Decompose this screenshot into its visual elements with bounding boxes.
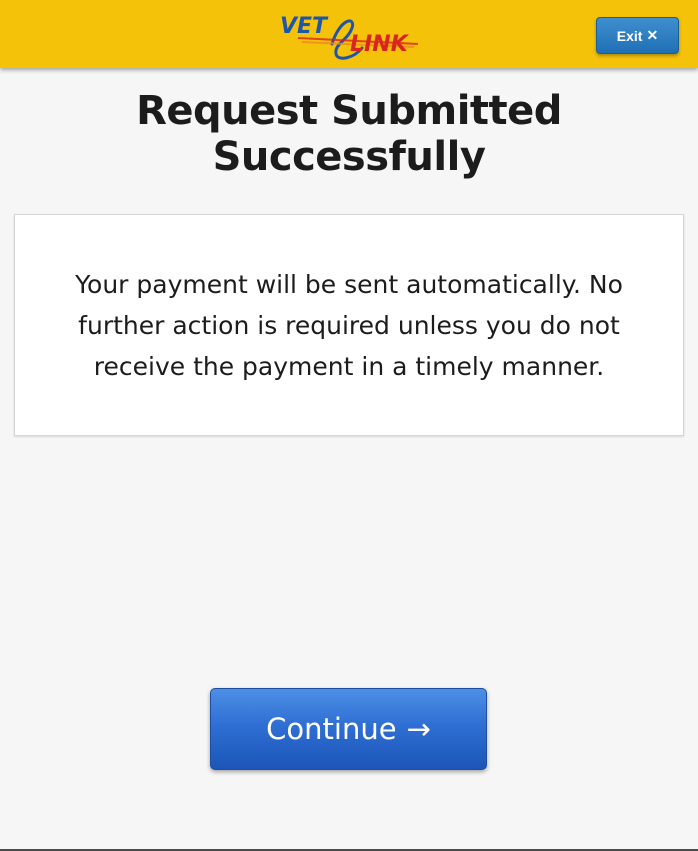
- continue-button[interactable]: Continue →: [210, 688, 487, 770]
- logo-text-link: LINK: [350, 32, 408, 57]
- close-icon: ✕: [646, 27, 659, 43]
- exit-button-label: Exit: [616, 27, 643, 44]
- logo-text-vet: VET: [280, 14, 328, 39]
- arrow-right-icon: →: [406, 711, 431, 746]
- continue-button-label: Continue: [266, 712, 397, 746]
- vetlink-logo: VET LINK: [278, 14, 420, 62]
- header-bar: VET LINK Exit ✕: [0, 0, 698, 68]
- payment-message: Your payment will be sent automatically.…: [75, 269, 623, 381]
- exit-button[interactable]: Exit ✕: [596, 17, 679, 54]
- page-title: Request Submitted Successfully: [136, 88, 562, 180]
- message-card: Your payment will be sent automatically.…: [14, 214, 684, 436]
